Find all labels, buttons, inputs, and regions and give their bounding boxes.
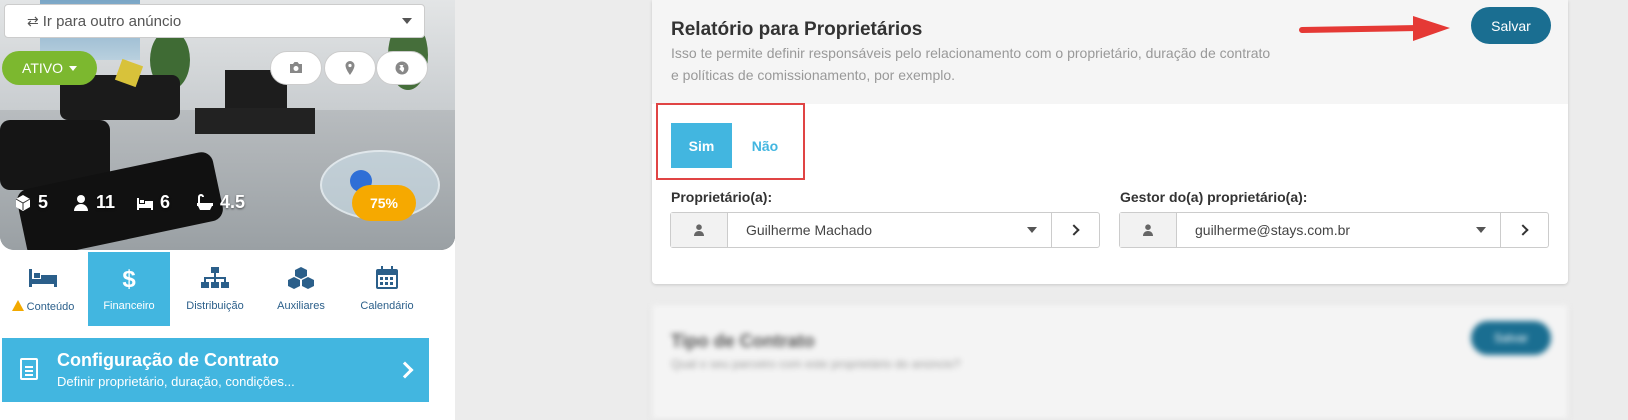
- location-button[interactable]: [324, 51, 376, 85]
- chevron-down-icon: [402, 18, 412, 24]
- bed-icon: [137, 197, 153, 210]
- owner-open-button[interactable]: [1051, 213, 1099, 247]
- caret-down-icon: [68, 65, 77, 71]
- manager-select[interactable]: guilherme@stays.com.br: [1119, 212, 1549, 248]
- sitemap-icon: [201, 267, 229, 288]
- tab-calendario[interactable]: Calendário: [346, 252, 428, 326]
- no-toggle-button[interactable]: Não: [738, 123, 792, 168]
- manager-label: Gestor do(a) proprietário(a):: [1120, 189, 1308, 205]
- chevron-right-icon: [396, 361, 414, 379]
- bath-icon: [197, 193, 213, 210]
- chevron-down-icon: [1476, 227, 1486, 233]
- stat-guests: 11: [72, 192, 115, 213]
- save-button[interactable]: Salvar: [1471, 321, 1551, 355]
- dollar-icon: $: [122, 266, 136, 290]
- tab-label: Financeiro: [103, 300, 155, 312]
- stat-rooms: 5: [14, 192, 48, 213]
- ad-switch-label: Ir para outro anúncio: [42, 12, 182, 30]
- tab-label: Distribuição: [186, 300, 244, 312]
- banner-title: Configuração de Contrato: [57, 350, 280, 370]
- svg-text:$: $: [122, 266, 136, 290]
- owner-value: Guilherme Machado: [746, 222, 873, 238]
- listing-panel: ⇄ Ir para outro anúncio ATIVO 5 11 6 4.5…: [0, 0, 455, 420]
- bed-icon: [29, 268, 57, 287]
- card-description: Isso te permite definir responsáveis pel…: [671, 45, 1271, 83]
- tab-label: Auxiliares: [277, 300, 325, 312]
- ad-switch-select[interactable]: ⇄ Ir para outro anúncio: [4, 4, 425, 38]
- chevron-down-icon: [1027, 227, 1037, 233]
- contract-type-card: Tipo de Contrato Qual o seu parceiro com…: [652, 305, 1568, 420]
- stat-baths: 4.5: [196, 192, 245, 213]
- tab-financeiro[interactable]: $ Financeiro: [88, 252, 170, 326]
- tab-auxiliares[interactable]: Auxiliares: [260, 252, 342, 326]
- tab-distribuicao[interactable]: Distribuição: [174, 252, 256, 326]
- map-pin-icon: [345, 61, 355, 75]
- status-label: ATIVO: [22, 60, 63, 76]
- photos-button[interactable]: [270, 51, 322, 85]
- contract-config-banner[interactable]: Configuração de Contrato Definir proprie…: [2, 338, 429, 402]
- card-title: Tipo de Contrato: [671, 331, 815, 351]
- user-icon: [1143, 224, 1153, 236]
- tab-label: Conteúdo: [26, 300, 75, 313]
- cube-icon: [15, 194, 31, 211]
- chevron-right-icon: [1068, 224, 1080, 236]
- cubes-icon: [288, 267, 314, 289]
- yes-toggle-button[interactable]: Sim: [671, 123, 732, 168]
- camera-icon: [290, 62, 302, 73]
- user-icon: [694, 224, 704, 236]
- document-icon: [20, 358, 38, 380]
- manager-open-button[interactable]: [1500, 213, 1548, 247]
- globe-icon: [395, 61, 409, 75]
- website-button[interactable]: [376, 51, 428, 85]
- owner-label: Proprietário(a):: [671, 189, 773, 205]
- save-button[interactable]: Salvar: [1471, 7, 1551, 44]
- tab-label: Calendário: [360, 300, 414, 312]
- card-title: Relatório para Proprietários: [671, 19, 923, 40]
- tab-conteudo[interactable]: Conteúdo: [2, 252, 84, 326]
- status-dropdown-button[interactable]: ATIVO: [2, 51, 97, 85]
- calendar-icon: [376, 266, 398, 289]
- chevron-right-icon: [1517, 224, 1529, 236]
- manager-value: guilherme@stays.com.br: [1195, 222, 1351, 238]
- completion-badge: 75%: [352, 185, 416, 221]
- stat-beds: 6: [136, 192, 170, 213]
- banner-subtitle: Definir proprietário, duração, condições…: [57, 374, 295, 389]
- annotation-arrow-icon: [1299, 16, 1450, 41]
- card-description: Qual o seu parceiro com este proprietári…: [671, 357, 961, 371]
- user-icon: [74, 194, 88, 211]
- warning-icon: [11, 299, 24, 311]
- owner-select[interactable]: Guilherme Machado: [670, 212, 1100, 248]
- swap-icon: ⇄: [27, 12, 39, 29]
